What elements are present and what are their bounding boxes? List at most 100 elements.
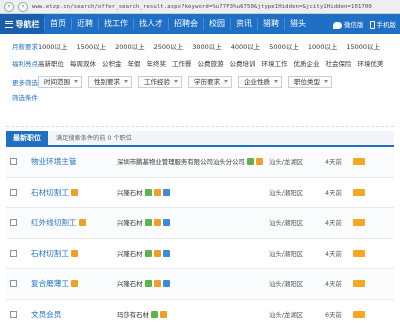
vip-badge-icon (162, 249, 170, 257)
nav-link-find-job[interactable]: 找工作 (98, 18, 133, 30)
job-location: 汕头/潮阳区 (269, 219, 304, 228)
license-badge-icon (159, 310, 167, 318)
salary-option[interactable]: 1000以上 (308, 41, 338, 51)
apply-icon[interactable] (353, 280, 365, 288)
job-title[interactable]: 文员会员 (31, 309, 117, 320)
salary-option[interactable]: 4000以上 (231, 41, 261, 51)
apply-icon[interactable] (353, 158, 365, 166)
post-time: 4天前 (325, 280, 342, 289)
job-location: 汕头/龙湖区 (269, 158, 304, 167)
benefits-filter-label: 福利亮点 (12, 60, 38, 68)
menu-button[interactable]: 导航栏 (0, 14, 44, 34)
benefit-option[interactable]: 每周双休 (70, 58, 96, 68)
menu-label: 导航栏 (15, 19, 40, 29)
job-row[interactable]: 石材切割工 兴隆石材 汕头/潮阳区 4天前 (6, 178, 394, 208)
time-range-dropdown[interactable]: 时间范围 (38, 76, 82, 88)
job-checkbox[interactable] (10, 280, 17, 288)
job-checkbox[interactable] (10, 249, 17, 257)
mobile-link[interactable]: 手机版 (369, 19, 396, 29)
divider (6, 126, 394, 127)
company-name[interactable]: 玛莎有石材 (117, 310, 269, 319)
job-checkbox[interactable] (10, 310, 17, 318)
post-time: 4天前 (325, 188, 342, 197)
job-title[interactable]: 石材切割工 (31, 187, 117, 198)
hot-icon (78, 219, 86, 227)
company-name[interactable]: 深圳市鹏基物业管理服务有限公司汕头分公司 (117, 157, 269, 166)
benefit-option[interactable]: 社会保险 (326, 58, 352, 68)
company-name[interactable]: 兴隆石材 (117, 249, 269, 258)
education-dropdown[interactable]: 学历要求 (188, 76, 232, 88)
benefit-option[interactable]: 环境工作 (262, 58, 288, 68)
results-tabbar: 最新职位 满足搜索条件的前 0 个职位 (6, 131, 394, 147)
apply-icon[interactable] (353, 310, 365, 318)
back-icon[interactable]: ‹ (4, 1, 14, 12)
wechat-link[interactable]: 微信版 (333, 19, 364, 29)
gender-dropdown[interactable]: 性别要求 (88, 76, 132, 88)
vip-badge-icon (162, 219, 170, 227)
apply-icon[interactable] (353, 219, 365, 227)
benefit-option[interactable]: 公费旅游 (198, 58, 224, 68)
company-name[interactable]: 兴隆石材 (117, 218, 269, 227)
license-badge-icon (153, 219, 161, 227)
vip-badge-icon (162, 280, 170, 288)
job-row[interactable]: 文员会员 玛莎有石材 汕头/龙湖区 6天前 (6, 300, 394, 323)
verified-badge-icon (150, 310, 158, 318)
salary-option[interactable]: 1500以上 (77, 41, 107, 51)
benefit-option[interactable]: 环境优美 (358, 58, 384, 68)
job-row[interactable]: 红外线切割工 兴隆石材 汕头/潮阳区 4天前 (6, 208, 394, 239)
salary-filter: 月薪要求 1000以上 1500以上 2000以上 2500以上 3000以上 … (0, 39, 400, 53)
job-row[interactable]: 物业环境主管 深圳市鹏基物业管理服务有限公司汕头分公司 汕头/龙湖区 4天前 (6, 147, 394, 178)
job-title[interactable]: 石材切割工 (31, 248, 117, 259)
nav-links: 首页 近聘 找工作 找人才 招聘会 校园 资讯 猎聘 猎头 (44, 14, 311, 34)
job-title[interactable]: 红外线切割工 (31, 217, 117, 228)
forward-icon[interactable]: › (18, 1, 28, 12)
job-row[interactable]: 石材切割工 兴隆石材 汕头/潮阳区 4天前 (6, 239, 394, 269)
job-type-dropdown[interactable]: 职位类型 (288, 76, 332, 88)
benefit-option[interactable]: 高新职位 (38, 58, 64, 68)
salary-option[interactable]: 2000以上 (115, 41, 145, 51)
job-title[interactable]: 物业环境主管 (31, 156, 117, 167)
job-row[interactable]: 复合磨薄工 兴隆石材 汕头/潮阳区 4天前 (6, 269, 394, 300)
tab-latest-jobs[interactable]: 最新职位 (6, 131, 48, 145)
salary-option[interactable]: 5000以上 (269, 41, 299, 51)
benefit-option[interactable]: 年假 (128, 58, 141, 68)
nav-link-home[interactable]: 首页 (44, 18, 71, 30)
url-field[interactable]: www.etzp.cn/search/offer_search_result.a… (32, 4, 372, 10)
browser-address-bar: ‹ › www.etzp.cn/search/offer_search_resu… (0, 0, 400, 14)
job-checkbox[interactable] (10, 158, 17, 166)
hot-icon (70, 249, 78, 257)
benefit-option[interactable]: 公费培训 (230, 58, 256, 68)
nav-link-campus[interactable]: 校园 (203, 18, 230, 30)
salary-option[interactable]: 15000以上 (346, 41, 380, 51)
benefit-option[interactable]: 年终奖 (147, 58, 167, 68)
benefit-option[interactable]: 优质企业 (294, 58, 320, 68)
nav-link-find-talent[interactable]: 找人才 (133, 18, 168, 30)
company-name[interactable]: 兴隆石材 (117, 188, 269, 197)
salary-option[interactable]: 1000以上 (38, 41, 68, 51)
job-title-text: 石材切割工 (31, 187, 69, 197)
selected-conditions: 筛选条件 (12, 94, 38, 102)
company-name[interactable]: 兴隆石材 (117, 279, 269, 288)
benefit-option[interactable]: 公积金 (102, 58, 122, 68)
job-checkbox[interactable] (10, 188, 17, 196)
job-title[interactable]: 复合磨薄工 (31, 278, 117, 289)
salary-option[interactable]: 2500以上 (154, 41, 184, 51)
vip-badge-icon (162, 188, 170, 196)
job-checkbox[interactable] (10, 219, 17, 227)
company-name-text: 玛莎有石材 (117, 310, 149, 319)
post-time: 4天前 (325, 219, 342, 228)
company-type-dropdown[interactable]: 企业性质 (238, 76, 282, 88)
nav-link-news[interactable]: 资讯 (230, 18, 257, 30)
more-filters: 更多筛选 时间范围 性别要求 工作经验 学历要求 企业性质 职位类型 (0, 74, 400, 90)
nav-link-recruit[interactable]: 猎聘 (257, 18, 284, 30)
experience-dropdown[interactable]: 工作经验 (138, 76, 182, 88)
nav-link-job-fair[interactable]: 招聘会 (168, 18, 203, 30)
nav-link-headhunter[interactable]: 猎头 (284, 18, 311, 30)
apply-icon[interactable] (353, 188, 365, 196)
nav-link-recent[interactable]: 近聘 (71, 18, 98, 30)
salary-option[interactable]: 3000以上 (192, 41, 222, 51)
verified-badge-icon (246, 158, 254, 166)
benefit-option[interactable]: 工作餐 (172, 58, 192, 68)
apply-icon[interactable] (353, 249, 365, 257)
wechat-icon (333, 21, 342, 29)
